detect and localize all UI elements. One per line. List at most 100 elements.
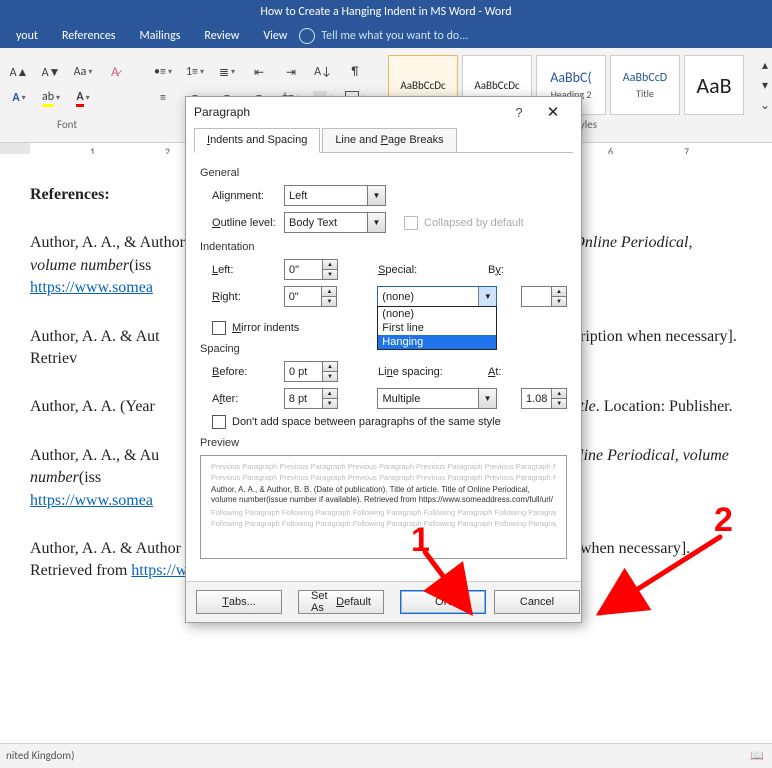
highlight-icon: ab	[42, 90, 54, 107]
alignment-label: Alignment:Alignment:	[212, 190, 284, 202]
multilevel-button[interactable]: ≣▾	[212, 60, 242, 84]
font-color-button[interactable]: A▾	[68, 86, 98, 110]
spin-down-icon: ▼	[551, 399, 566, 408]
at-label: At:At:	[488, 366, 538, 378]
help-button[interactable]: ?	[505, 98, 533, 126]
collapsed-checkbox	[404, 216, 418, 230]
tell-me[interactable]: Tell me what you want to do...	[299, 28, 468, 44]
alignment-combo[interactable]: Left ▼	[284, 185, 386, 206]
cancel-button[interactable]: Cancel	[494, 590, 580, 614]
bullets-button[interactable]: •≡▾	[148, 60, 178, 84]
by-label: By:By:	[488, 264, 538, 276]
before-spinner[interactable]: 0 pt ▲▼	[284, 361, 338, 382]
chevron-down-icon: ▼	[478, 287, 496, 306]
spin-up-icon: ▲	[321, 287, 336, 297]
style-sample: AaBbCcDc	[474, 79, 519, 92]
mirror-checkbox[interactable]	[212, 321, 226, 335]
dialog-tabs: IIndents and Spacingndents and Spacing L…	[194, 127, 573, 153]
left-spinner[interactable]: 0" ▲▼	[284, 259, 338, 280]
highlight-button[interactable]: ab▾	[36, 86, 66, 110]
outline-label: Outline level:Outline level:	[212, 217, 284, 229]
styles-more[interactable]: ⌄	[750, 95, 772, 115]
ok-button[interactable]: OK	[400, 590, 486, 614]
special-combo[interactable]: (none) ▼	[377, 286, 497, 307]
section-general: General	[200, 167, 567, 179]
bullets-icon: •≡	[154, 65, 166, 79]
at-spinner[interactable]: 1.08 ▲▼	[521, 388, 567, 409]
spin-down-icon: ▼	[322, 372, 337, 381]
styles-scroll-up[interactable]: ▴	[750, 55, 772, 75]
special-opt-firstline[interactable]: First line	[378, 321, 496, 335]
right-spinner[interactable]: 0" ▲▼	[284, 286, 338, 307]
numbering-button[interactable]: 1≡▾	[180, 60, 210, 84]
tab-view[interactable]: View	[251, 24, 299, 48]
before-label: Before:Before:	[212, 366, 284, 378]
align-left-icon: ≡	[160, 91, 166, 105]
shrink-font-button[interactable]: A▼	[36, 60, 66, 84]
spin-down-icon: ▼	[322, 399, 337, 408]
spin-down-icon: ▼	[551, 297, 566, 306]
shrink-font-icon: A▼	[42, 65, 61, 80]
outline-combo[interactable]: Body Text ▼	[284, 212, 386, 233]
sort-button[interactable]: A↓	[308, 60, 338, 84]
by-spinner[interactable]: ▲▼	[521, 286, 567, 307]
numbering-icon: 1≡	[186, 65, 198, 79]
style-subtitle[interactable]: AaB	[684, 55, 744, 115]
section-indentation: Indentation	[200, 241, 567, 253]
section-preview: Preview	[200, 437, 567, 449]
change-case-icon: Aa	[74, 65, 87, 79]
ref-link[interactable]: https://www.somea	[30, 279, 153, 296]
special-dropdown[interactable]: (none) First line Hanging	[377, 306, 497, 350]
clear-format-icon: A̷	[111, 65, 119, 80]
spin-down-icon: ▼	[322, 270, 337, 279]
chevron-down-icon: ▼	[478, 389, 496, 408]
tab-line-page-breaks[interactable]: Line and Page BreaksLine and Page Breaks	[322, 128, 456, 153]
increase-indent-button[interactable]: ⇥	[276, 60, 306, 84]
style-title[interactable]: AaBbCcD Title	[610, 55, 680, 115]
status-bar: nited Kingdom) 📖	[0, 743, 772, 768]
tab-review[interactable]: Review	[192, 24, 251, 48]
tabs-button[interactable]: Tabs...Tabs...	[196, 590, 282, 614]
tab-mailings[interactable]: Mailings	[128, 24, 193, 48]
style-sample: AaBbCcD	[623, 71, 667, 85]
view-readmode-icon[interactable]: 📖	[750, 744, 764, 768]
after-label: After:After:	[212, 393, 284, 405]
clear-format-button[interactable]: A̷	[100, 60, 130, 84]
tab-references[interactable]: References	[50, 24, 128, 48]
styles-scroll-down[interactable]: ▾	[750, 75, 772, 95]
align-left-button[interactable]: ≡	[148, 86, 178, 110]
special-value: (none)	[378, 291, 478, 303]
preview-next: Following Paragraph Following Paragraph …	[211, 508, 556, 517]
style-sample: AaB	[696, 72, 731, 99]
text-effects-button[interactable]: A▾	[4, 86, 34, 110]
after-value: 8 pt	[285, 393, 322, 405]
group-font: A▲ A▼ Aa▾ A̷ A▾ ab▾ A▾ Font	[4, 54, 130, 131]
dialog-titlebar: Paragraph ? ✕	[186, 97, 581, 127]
set-default-button[interactable]: Set As DefaultSet As Default	[298, 590, 384, 614]
linespacing-label: Line spacing:Line spacing:	[378, 366, 488, 378]
spin-up-icon: ▲	[322, 260, 337, 270]
sort-icon: A↓	[314, 65, 332, 79]
decrease-indent-icon: ⇤	[254, 65, 264, 80]
linespacing-value: Multiple	[378, 393, 478, 405]
grow-font-button[interactable]: A▲	[4, 60, 34, 84]
decrease-indent-button[interactable]: ⇤	[244, 60, 274, 84]
question-icon: ?	[515, 105, 522, 120]
tab-indents-spacing[interactable]: IIndents and Spacingndents and Spacing	[194, 128, 320, 153]
noadd-checkbox[interactable]	[212, 415, 226, 429]
dialog-buttonbar: Tabs...Tabs... Set As DefaultSet As Defa…	[186, 581, 581, 622]
status-language[interactable]: nited Kingdom)	[6, 744, 74, 768]
linespacing-combo[interactable]: Multiple ▼	[377, 388, 497, 409]
tab-layout[interactable]: yout	[4, 24, 50, 48]
before-value: 0 pt	[285, 366, 322, 378]
pilcrow-icon: ¶	[351, 65, 358, 79]
after-spinner[interactable]: 8 pt ▲▼	[284, 388, 338, 409]
ref-link[interactable]: https://www.somea	[30, 492, 153, 509]
special-opt-none[interactable]: (none)	[378, 307, 496, 321]
show-marks-button[interactable]: ¶	[340, 60, 370, 84]
change-case-button[interactable]: Aa▾	[68, 60, 98, 84]
special-opt-hanging[interactable]: Hanging	[378, 335, 496, 349]
style-sample: AaBbCcDc	[400, 79, 445, 92]
close-button[interactable]: ✕	[533, 98, 573, 126]
preview-sample: Author, A. A., & Author, B. B. (Date of …	[211, 485, 556, 505]
